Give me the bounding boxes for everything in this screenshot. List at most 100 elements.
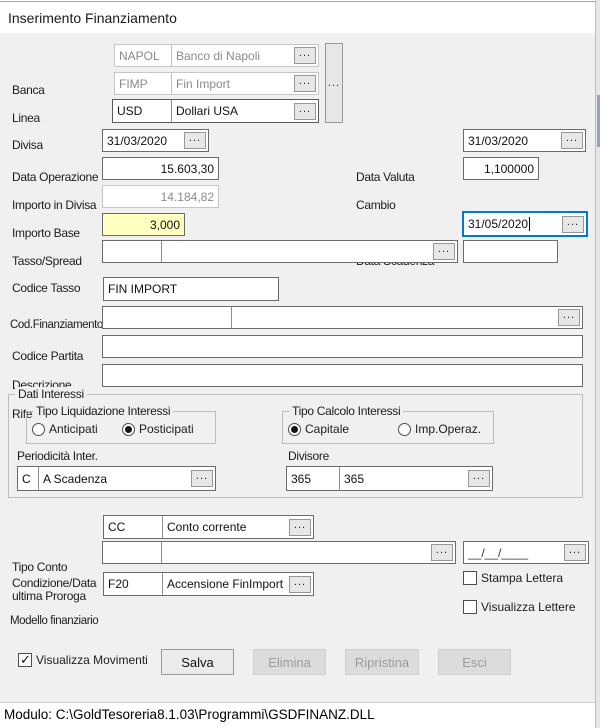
text-cursor — [529, 217, 530, 231]
banca-linea-browse-tall-button[interactable]: ... — [325, 43, 343, 123]
modello-finanziario-desc[interactable]: Accensione FinImport — [163, 577, 289, 591]
codice-tasso-browse-button[interactable]: ... — [433, 243, 455, 260]
cambio-value[interactable]: 1,100000 — [464, 162, 538, 176]
dati-interessi-group: Dati Interessi Tipo Liquidazione Interes… — [8, 394, 583, 498]
visualizza-movimenti-checkbox[interactable]: Visualizza Movimenti — [18, 653, 148, 667]
modello-finanziario-code[interactable]: F20 — [104, 577, 162, 591]
data-operazione-field[interactable]: 31/03/2020 ... — [102, 129, 209, 152]
condizione-field[interactable]: ... — [102, 541, 456, 564]
periodicita-field[interactable]: C A Scadenza ... — [17, 466, 216, 491]
visualizza-lettere-label: Visualizza Lettere — [481, 600, 576, 614]
data-operazione-label: Data Operazione — [12, 170, 98, 184]
tipo-conto-desc[interactable]: Conto corrente — [163, 520, 289, 534]
cod-finanziamento-value[interactable]: FIN IMPORT — [104, 282, 278, 296]
periodicita-code[interactable]: C — [18, 472, 38, 486]
checkbox-unchecked-icon — [463, 571, 477, 585]
banca-field: NAPOL Banco di Napoli ... — [114, 44, 319, 67]
salva-button[interactable]: Salva — [161, 649, 234, 675]
linea-label: Linea — [12, 111, 40, 125]
modello-finanziario-field[interactable]: F20 Accensione FinImport ... — [103, 572, 314, 596]
field-divider — [161, 542, 162, 563]
data-operazione-browse-button[interactable]: ... — [184, 132, 206, 149]
radio-imp-operaz-label: Imp.Operaz. — [415, 422, 481, 436]
radio-posticipati[interactable]: Posticipati — [122, 422, 194, 436]
data-scadenza-value[interactable]: 31/05/2020 — [464, 217, 562, 232]
data-scadenza-browse-button[interactable]: ... — [562, 216, 584, 233]
radio-icon — [32, 423, 45, 436]
condizione-label-line2: ultima Proroga — [12, 589, 86, 603]
condizione-label-line1: Condizione/Data — [12, 576, 96, 590]
condizione-browse-button[interactable]: ... — [431, 544, 453, 561]
tipo-conto-field[interactable]: CC Conto corrente ... — [103, 515, 314, 539]
codice-partita-label: Codice Partita — [12, 349, 83, 363]
importo-in-divisa-value[interactable]: 15.603,30 — [103, 162, 218, 176]
radio-selected-icon — [288, 423, 301, 436]
divisore-desc[interactable]: 365 — [340, 472, 468, 486]
data-scadenza-field[interactable]: 31/05/2020 ... — [462, 211, 588, 237]
checkbox-checked-icon — [18, 653, 32, 667]
visualizza-lettere-checkbox[interactable]: Visualizza Lettere — [463, 600, 576, 614]
tipo-conto-browse-button[interactable]: ... — [289, 519, 311, 536]
page-title: Inserimento Finanziamento — [8, 10, 177, 26]
banca-label: Banca — [12, 83, 45, 97]
data-proroga-browse-button[interactable]: ... — [564, 544, 586, 561]
divisa-code[interactable]: USD — [113, 104, 171, 118]
periodicita-browse-button[interactable]: ... — [191, 470, 213, 487]
divisa-browse-button[interactable]: ... — [294, 103, 316, 120]
codice-tasso-extra-field[interactable] — [463, 240, 558, 263]
data-valuta-field[interactable]: 31/03/2020 ... — [463, 129, 586, 152]
importo-in-divisa-field[interactable]: 15.603,30 — [102, 157, 219, 180]
divisore-browse-button[interactable]: ... — [468, 470, 490, 487]
codice-tasso-field[interactable]: ... — [102, 240, 458, 263]
tipo-calcolo-title: Tipo Calcolo Interessi — [289, 404, 403, 418]
descrizione-field[interactable] — [102, 335, 583, 358]
banca-desc: Banco di Napoli — [172, 49, 294, 63]
data-proroga-field[interactable]: __/__/____ ... — [463, 541, 589, 564]
linea-desc: Fin Import — [172, 77, 294, 91]
divisore-field[interactable]: 365 365 ... — [286, 466, 493, 491]
radio-icon — [398, 423, 411, 436]
stampa-lettera-checkbox[interactable]: Stampa Lettera — [463, 571, 563, 585]
divisa-label: Divisa — [12, 138, 43, 152]
form-body: Banca NAPOL Banco di Napoli ... Linea FI… — [0, 33, 600, 702]
modello-finanziario-browse-button[interactable]: ... — [289, 576, 311, 593]
data-valuta-value[interactable]: 31/03/2020 — [464, 134, 561, 148]
banca-browse-button[interactable]: ... — [294, 47, 316, 64]
radio-anticipati-label: Anticipati — [49, 422, 98, 436]
codice-tasso-label: Codice Tasso — [12, 281, 80, 295]
periodicita-desc[interactable]: A Scadenza — [39, 472, 191, 486]
stampa-lettera-label: Stampa Lettera — [481, 571, 563, 585]
radio-posticipati-label: Posticipati — [139, 422, 194, 436]
tasso-spread-field[interactable]: 3,000 — [102, 213, 185, 236]
linea-browse-button[interactable]: ... — [294, 75, 316, 92]
importo-base-field: 14.184,82 — [102, 185, 219, 208]
visualizza-movimenti-label: Visualizza Movimenti — [36, 653, 148, 667]
field-divider — [231, 307, 232, 328]
tipo-conto-code[interactable]: CC — [104, 520, 162, 534]
tipo-conto-label: Tipo Conto — [12, 560, 67, 574]
field-divider — [161, 241, 162, 262]
divisa-field[interactable]: USD Dollari USA ... — [112, 99, 319, 123]
status-bar: Modulo: C:\GoldTesoreria8.1.03\Programmi… — [0, 703, 600, 728]
radio-imp-operaz[interactable]: Imp.Operaz. — [398, 422, 481, 436]
codice-partita-browse-button[interactable]: ... — [558, 309, 580, 326]
data-valuta-browse-button[interactable]: ... — [561, 132, 583, 149]
cod-finanziamento-field[interactable]: FIN IMPORT — [103, 277, 279, 301]
dati-interessi-title: Dati Interessi — [15, 387, 87, 401]
data-proroga-mask[interactable]: __/__/____ — [464, 546, 564, 560]
radio-anticipati[interactable]: Anticipati — [32, 422, 98, 436]
divisore-code[interactable]: 365 — [287, 472, 339, 486]
riferimento-field[interactable] — [102, 364, 583, 387]
inserimento-finanziamento-dialog: Inserimento Finanziamento Banca NAPOL Ba… — [0, 0, 600, 728]
importo-base-value: 14.184,82 — [103, 190, 218, 204]
data-operazione-value[interactable]: 31/03/2020 — [103, 134, 184, 148]
importo-in-divisa-label: Importo in Divisa — [12, 198, 96, 212]
codice-partita-field[interactable]: ... — [102, 306, 583, 329]
module-path-text: Modulo: C:\GoldTesoreria8.1.03\Programmi… — [4, 707, 375, 722]
radio-capitale[interactable]: Capitale — [288, 422, 349, 436]
periodicita-label: Periodicità Inter. — [17, 449, 98, 463]
divisa-desc[interactable]: Dollari USA — [172, 104, 294, 118]
tasso-spread-value[interactable]: 3,000 — [103, 218, 184, 232]
importo-base-label: Importo Base — [12, 226, 80, 240]
cambio-field[interactable]: 1,100000 — [463, 157, 539, 180]
